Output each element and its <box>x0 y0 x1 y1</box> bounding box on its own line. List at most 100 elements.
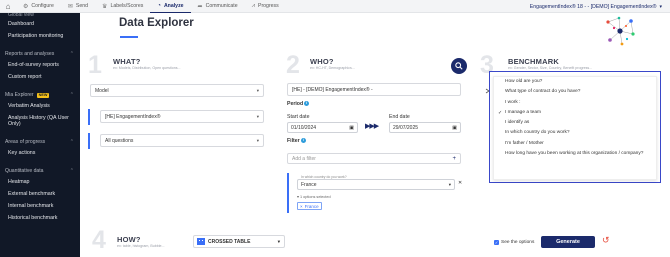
model-select[interactable]: Model ▾ <box>90 84 264 97</box>
benchmark-option-selected[interactable]: ✓ I manage a team <box>494 108 656 118</box>
calendar-icon[interactable]: ▣ <box>349 125 354 131</box>
sidebar-item-analysis-history[interactable]: Analysis History (QA User Only) <box>0 112 80 130</box>
nav-communicate[interactable]: ➦ Communicate <box>191 0 245 13</box>
nav-analyze[interactable]: ◔ Analyze <box>150 0 191 13</box>
sidebar-section-mia[interactable]: Mia Explorer NEW ⌃ <box>0 88 80 100</box>
country-filter-select[interactable]: France ▾ <box>297 179 455 190</box>
nav-label: Send <box>75 3 89 9</box>
sidebar-item-verbatim[interactable]: Verbatim Analysis <box>0 100 80 112</box>
top-nav-bar: ⌂ ⚙ Configure ✉ Send ♛ Labels/Scores ◔ Analy… <box>0 0 670 13</box>
end-date-input[interactable]: 29/07/2025 ▣ <box>389 122 461 133</box>
main-content: Data Explorer 1 WHAT? ex: Models, Distri… <box>80 13 670 257</box>
step-title-benchmark: BENCHMARK <box>508 57 559 66</box>
nav-configure[interactable]: ⚙ Configure <box>16 0 61 13</box>
accent-bar <box>287 173 289 213</box>
search-button[interactable] <box>451 58 467 74</box>
benchmark-option[interactable]: I'm father / Mother <box>494 139 656 149</box>
add-filter-input[interactable]: Add a filter + <box>287 153 461 164</box>
sidebar-item-dashboard[interactable]: Dashboard <box>0 18 80 30</box>
info-icon[interactable]: i <box>300 138 306 143</box>
search-icon <box>455 62 463 70</box>
sidebar-item-key-actions[interactable]: Key actions <box>0 147 80 159</box>
info-icon[interactable]: i <box>304 101 310 106</box>
nav-send[interactable]: ✉ Send <box>61 0 95 13</box>
chevron-up-icon: ⌃ <box>69 51 74 57</box>
nav-labels-scores[interactable]: ♛ Labels/Scores <box>95 0 150 13</box>
reset-icon[interactable]: ↺ <box>602 235 610 246</box>
home-icon[interactable]: ⌂ <box>0 2 16 11</box>
end-date-label: End date <box>389 114 410 120</box>
step-title-who: WHO? <box>310 57 334 66</box>
chevron-down-icon: ▾ <box>256 113 259 119</box>
sidebar-item-end-of-survey[interactable]: End-of-survey reports <box>0 59 80 71</box>
sidebar-item-external-benchmark[interactable]: External benchmark <box>0 188 80 200</box>
benchmark-option[interactable]: How old are you? <box>494 77 656 87</box>
questions-select[interactable]: All questions ▾ <box>100 134 264 147</box>
chevron-down-icon: ▾ <box>256 137 259 143</box>
section-title: Areas of progress <box>5 139 46 145</box>
chevron-down-icon: ▾ <box>448 181 451 187</box>
plus-icon[interactable]: + <box>452 156 456 162</box>
title-underline <box>120 36 138 38</box>
chevron-down-icon: ▾ <box>256 87 259 93</box>
option-label: In which country do you work? <box>505 130 570 136</box>
section-title: Mia Explorer <box>5 92 34 98</box>
sidebar-item-heatmap[interactable]: Heatmap <box>0 176 80 188</box>
survey-select[interactable]: [HE] - [DEMO] EngagementIndex® - <box>287 83 461 96</box>
benchmark-option[interactable]: I identify as <box>494 118 656 128</box>
project-selector[interactable]: EngagementIndex® 18 - - [DEMO] Engagemen… <box>530 0 662 13</box>
checkbox-checked-icon[interactable]: ✓ <box>494 240 499 245</box>
trophy-icon: ♛ <box>102 3 108 10</box>
nav-progress[interactable]: ⩘ Progress <box>245 0 286 13</box>
option-label: I'm father / Mother <box>505 140 544 146</box>
filter-chip-france[interactable]: × France <box>297 202 322 210</box>
index-select[interactable]: [HE] EngagementIndex® ▾ <box>100 110 264 123</box>
triple-arrow-icon: ▶▶▶ <box>365 123 379 130</box>
analyze-icon: ◔ <box>157 2 161 9</box>
filter-label: Filter i <box>287 138 306 144</box>
start-date-input[interactable]: 01/10/2024 ▣ <box>287 122 358 133</box>
generate-button[interactable]: Generate <box>541 236 595 248</box>
benchmark-option[interactable]: I work : <box>494 98 656 108</box>
step-subtitle-benchmark: ex: Gender, Sector, Size, Country, Benef… <box>508 66 593 70</box>
new-badge: NEW <box>36 92 50 98</box>
section-title: Reports and analyses <box>5 51 55 57</box>
country-filter-value: France <box>301 181 317 188</box>
sidebar-item-internal-benchmark[interactable]: Internal benchmark <box>0 200 80 212</box>
sidebar-item-participation[interactable]: Participation monitoring <box>0 30 80 42</box>
add-filter-placeholder: Add a filter <box>292 155 316 162</box>
step-subtitle-what: ex: Models, Distribution, Open questions… <box>113 66 181 70</box>
sidebar: Global view Dashboard Participation moni… <box>0 13 80 257</box>
page-title: Data Explorer <box>119 17 194 29</box>
period-label-text: Period <box>287 101 304 107</box>
benchmark-option[interactable]: What type of contract do you have? <box>494 87 656 97</box>
benchmark-option[interactable]: In which country do you work? <box>494 128 656 138</box>
chevron-up-icon: ⌃ <box>69 139 74 145</box>
accent-bar <box>88 133 90 149</box>
display-type-select[interactable]: CROSSED TABLE ▾ <box>193 235 285 248</box>
step-title-how: HOW? <box>117 235 141 244</box>
gear-icon: ⚙ <box>23 3 29 10</box>
calendar-icon[interactable]: ▣ <box>452 125 457 131</box>
option-label: How old are you? <box>505 79 543 84</box>
benchmark-option[interactable]: How long have you been working at this o… <box>494 149 656 159</box>
sidebar-section-reports[interactable]: Reports and analyses ⌃ <box>0 47 80 59</box>
benchmark-options-list: How old are you? What type of contract d… <box>493 76 657 180</box>
filter-label-text: Filter <box>287 138 300 144</box>
see-options-checkbox[interactable]: ✓ See the options <box>494 240 534 245</box>
sidebar-item-custom-report[interactable]: Custom report <box>0 71 80 83</box>
progress-chart-icon: ⩘ <box>251 2 255 9</box>
chip-close-icon[interactable]: × <box>300 204 303 209</box>
questions-select-value: All questions <box>105 137 134 144</box>
sidebar-item-historical-benchmark[interactable]: Historical benchmark <box>0 212 80 224</box>
sidebar-section-areas[interactable]: Areas of progress ⌃ <box>0 135 80 147</box>
sidebar-section-quantitative[interactable]: Quantitative data ⌃ <box>0 164 80 176</box>
remove-filter-icon[interactable]: ✕ <box>458 180 462 186</box>
option-label: I identify as <box>505 120 530 126</box>
chevron-down-icon: ▾ <box>277 238 280 244</box>
section-title: Quantitative data <box>5 168 44 174</box>
display-type-value: CROSSED TABLE <box>208 238 251 245</box>
nav-label: Progress <box>257 3 279 9</box>
chevron-down-icon: ▾ <box>659 3 662 10</box>
benchmark-dropdown: How old are you? What type of contract d… <box>489 71 661 183</box>
